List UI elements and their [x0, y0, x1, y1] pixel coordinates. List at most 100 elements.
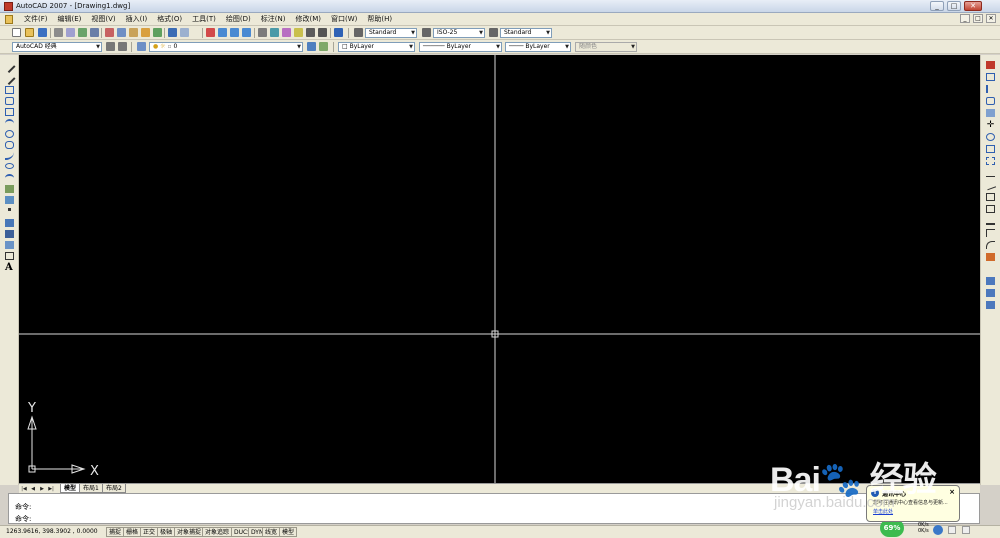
menu-item[interactable]: 插入(I): [121, 15, 153, 24]
scale-icon[interactable]: [986, 145, 995, 153]
send-to-back-icon[interactable]: [986, 301, 995, 309]
3d-dwf-icon[interactable]: [90, 28, 99, 37]
menu-item[interactable]: 视图(V): [86, 15, 120, 24]
linetype-select[interactable]: ────── ByLayer ▼: [419, 42, 502, 52]
make-current-layer-icon[interactable]: [307, 42, 316, 51]
spline-icon[interactable]: [5, 152, 14, 160]
open-file-icon[interactable]: [25, 28, 34, 37]
command-window[interactable]: 命令: 命令:: [8, 493, 980, 524]
fillet-icon[interactable]: [986, 241, 995, 249]
table-style-icon[interactable]: [489, 28, 498, 37]
draw-order-icon[interactable]: [986, 277, 995, 285]
make-block-icon[interactable]: [5, 196, 14, 204]
circle-icon[interactable]: [5, 130, 14, 138]
cut-icon[interactable]: [105, 28, 114, 37]
move-icon[interactable]: ✛: [986, 121, 995, 130]
zoom-previous-icon[interactable]: [242, 28, 251, 37]
tool-palettes-icon[interactable]: [282, 28, 291, 37]
properties-icon[interactable]: [258, 28, 267, 37]
coordinate-readout[interactable]: 1263.9616, 398.3902 , 0.0000: [6, 528, 98, 535]
color-select[interactable]: □ ByLayer ▼: [338, 42, 415, 52]
last-tab-icon[interactable]: ▶|: [47, 485, 55, 493]
zoom-realtime-icon[interactable]: [218, 28, 227, 37]
first-tab-icon[interactable]: |◀: [20, 485, 28, 493]
quickcalc-icon[interactable]: [318, 28, 327, 37]
redo-icon[interactable]: [180, 28, 189, 37]
mirror-icon[interactable]: [986, 85, 995, 93]
close-icon[interactable]: ×: [949, 488, 955, 496]
ellipse-arc-icon[interactable]: [5, 174, 14, 182]
menu-item[interactable]: 标注(N): [256, 15, 291, 24]
lineweight-toggle[interactable]: 线宽: [262, 527, 281, 537]
bring-to-front-icon[interactable]: [986, 289, 995, 297]
array-icon[interactable]: [986, 109, 995, 117]
dim-style-select[interactable]: ISO-25 ▼: [433, 28, 485, 38]
ellipse-icon[interactable]: [5, 163, 14, 169]
text-style-icon[interactable]: [354, 28, 363, 37]
layer-select[interactable]: ● ☼ ▫ 0 ▼: [149, 42, 303, 52]
minimize-button[interactable]: _: [930, 1, 944, 11]
menu-item[interactable]: 编辑(E): [53, 15, 87, 24]
communication-center-icon[interactable]: [933, 525, 943, 535]
doc-restore-button[interactable]: □: [973, 14, 983, 23]
break-at-point-icon[interactable]: [986, 193, 995, 201]
model-space-toggle[interactable]: 模型: [279, 527, 298, 537]
tab-model[interactable]: 模型: [60, 484, 81, 493]
tab-layout1[interactable]: 布局1: [79, 484, 103, 493]
construction-line-icon[interactable]: [3, 72, 16, 86]
notification-link[interactable]: 单击此处: [873, 508, 893, 515]
arc-icon[interactable]: [5, 119, 14, 127]
next-tab-icon[interactable]: ▶: [38, 485, 46, 493]
prev-tab-icon[interactable]: ◀: [29, 485, 37, 493]
hatch-icon[interactable]: [5, 219, 14, 227]
paste-icon[interactable]: [129, 28, 138, 37]
ortho-toggle[interactable]: 正交: [140, 527, 159, 537]
notification-balloon[interactable]: i 通讯中心 × 您可在通讯中心查看信息与更新... 单击此处: [866, 485, 960, 522]
copy-icon[interactable]: [117, 28, 126, 37]
drawing-area[interactable]: Y X: [19, 55, 980, 483]
tray-settings-icon[interactable]: [962, 526, 970, 534]
doc-minimize-button[interactable]: _: [960, 14, 970, 23]
help-icon[interactable]: [334, 28, 343, 37]
chamfer-icon[interactable]: [986, 229, 995, 237]
offset-icon[interactable]: [986, 97, 995, 105]
sheet-set-icon[interactable]: [294, 28, 303, 37]
rectangle-icon[interactable]: [5, 108, 14, 116]
otrack-toggle[interactable]: 对象追踪: [202, 527, 233, 537]
table-icon[interactable]: [5, 252, 14, 260]
document-icon[interactable]: [5, 15, 13, 24]
extend-icon[interactable]: [984, 179, 997, 191]
text-style-select[interactable]: Standard ▼: [365, 28, 417, 38]
doc-close-button[interactable]: ✕: [986, 14, 996, 23]
design-center-icon[interactable]: [270, 28, 279, 37]
insert-block-icon[interactable]: [5, 185, 14, 193]
join-icon[interactable]: [986, 217, 995, 225]
stretch-icon[interactable]: [986, 157, 995, 165]
publish-icon[interactable]: [78, 28, 87, 37]
plot-preview-icon[interactable]: [66, 28, 75, 37]
table-style-select[interactable]: Standard ▼: [500, 28, 552, 38]
region-icon[interactable]: [5, 241, 14, 249]
menu-item[interactable]: 绘图(D): [221, 15, 256, 24]
snap-toggle[interactable]: 捕捉: [106, 527, 125, 537]
menu-item[interactable]: 工具(T): [187, 15, 221, 24]
tab-layout2[interactable]: 布局2: [102, 484, 126, 493]
polygon-icon[interactable]: [5, 97, 14, 105]
layer-manager-icon[interactable]: [137, 42, 146, 51]
rotate-icon[interactable]: [986, 133, 995, 141]
menu-item[interactable]: 格式(O): [152, 15, 187, 24]
workspace-settings-icon[interactable]: [106, 42, 115, 51]
erase-icon[interactable]: [986, 61, 995, 69]
trim-icon[interactable]: [986, 169, 995, 177]
autocad-app-icon[interactable]: [4, 2, 13, 11]
undo-icon[interactable]: [168, 28, 177, 37]
menu-item[interactable]: 文件(F): [19, 15, 53, 24]
workspace-select[interactable]: AutoCAD 经典 ▼: [12, 42, 102, 52]
zoom-window-icon[interactable]: [230, 28, 239, 37]
grid-toggle[interactable]: 栅格: [123, 527, 142, 537]
print-icon[interactable]: [54, 28, 63, 37]
tray-lock-icon[interactable]: [948, 526, 956, 534]
new-file-icon[interactable]: [12, 28, 21, 37]
block-editor-icon[interactable]: [153, 28, 162, 37]
osnap-toggle[interactable]: 对象捕捉: [174, 527, 205, 537]
